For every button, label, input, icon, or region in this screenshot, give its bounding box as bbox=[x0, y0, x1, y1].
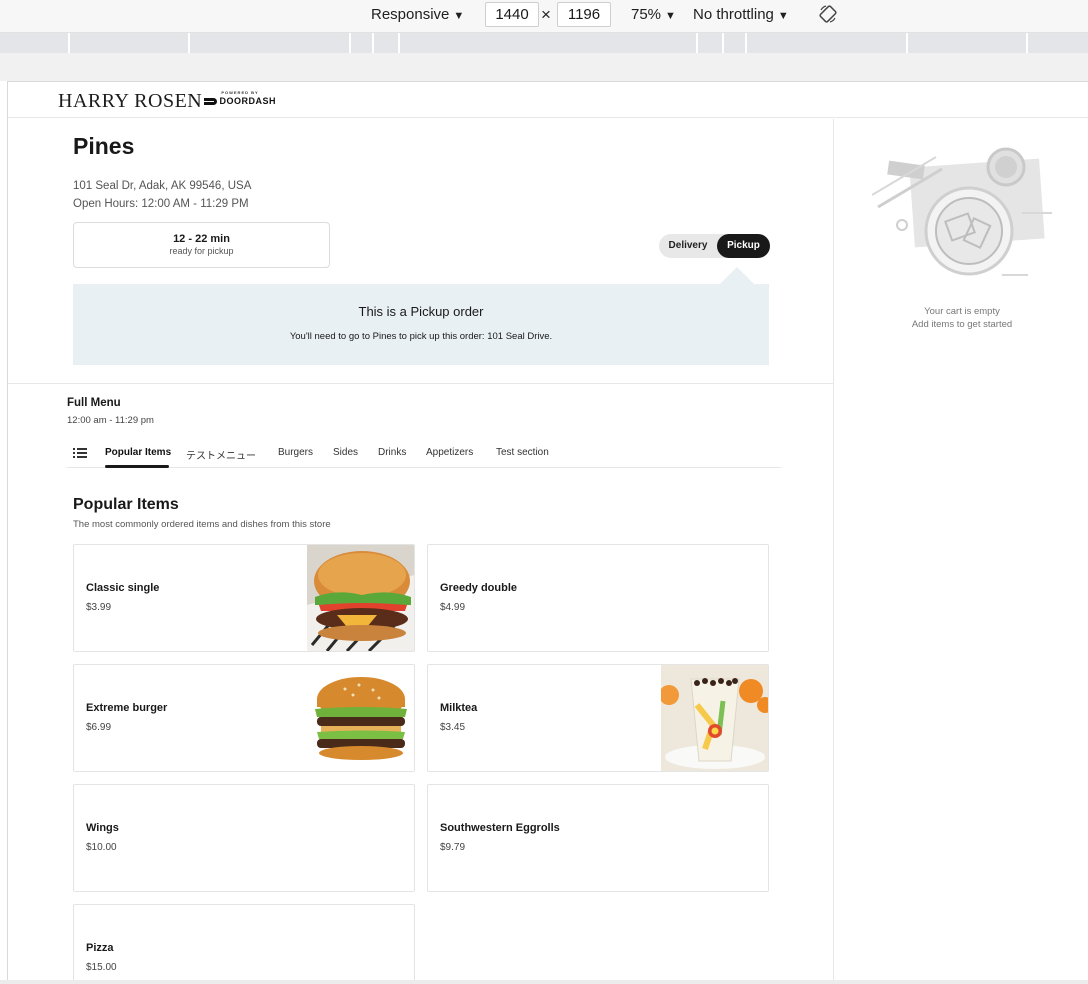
tab-test-section[interactable]: Test section bbox=[496, 447, 549, 458]
item-price: $10.00 bbox=[86, 842, 117, 853]
tab-popular-items[interactable]: Popular Items bbox=[105, 447, 171, 458]
big-burger-photo bbox=[307, 665, 414, 771]
page-viewport: HARRY ROSEN POWERED BY DOORDASH Pines 10… bbox=[7, 81, 1088, 980]
item-name: Classic single bbox=[86, 582, 160, 594]
device-select[interactable]: Responsive ▼ bbox=[371, 6, 464, 23]
pickup-panel-title: This is a Pickup order bbox=[358, 304, 484, 319]
chevron-down-icon: ▼ bbox=[777, 10, 789, 22]
site-header: HARRY ROSEN POWERED BY DOORDASH bbox=[8, 82, 1088, 118]
eta-box: 12 - 22 min ready for pickup bbox=[73, 222, 330, 268]
height-input[interactable]: 1196 bbox=[557, 2, 611, 27]
zoom-select[interactable]: 75% ▼ bbox=[631, 6, 676, 23]
menu-item-card[interactable]: Wings $10.00 bbox=[73, 784, 415, 892]
menu-item-card[interactable]: Extreme burger $6.99 bbox=[73, 664, 415, 772]
active-tab-indicator bbox=[105, 465, 169, 468]
burger-photo bbox=[307, 545, 414, 651]
item-price: $3.99 bbox=[86, 602, 112, 613]
section-subtitle: The most commonly ordered items and dish… bbox=[73, 519, 331, 530]
chevron-down-icon: ▼ bbox=[453, 10, 465, 22]
dimension-separator: × bbox=[541, 5, 551, 24]
item-price: $3.45 bbox=[440, 722, 466, 733]
item-price: $15.00 bbox=[86, 962, 117, 973]
eta-subtitle: ready for pickup bbox=[169, 246, 234, 256]
category-list-icon[interactable] bbox=[73, 448, 87, 458]
item-name: Greedy double bbox=[440, 582, 518, 594]
pickup-panel-text: You'll need to go to Pines to pick up th… bbox=[289, 331, 553, 342]
doordash-label: DOORDASH bbox=[219, 96, 276, 106]
viewport-margin bbox=[0, 53, 1088, 81]
tab-drinks[interactable]: Drinks bbox=[378, 447, 406, 458]
store-hours: Open Hours: 12:00 AM - 11:29 PM bbox=[73, 198, 249, 210]
tab-burgers[interactable]: Burgers bbox=[278, 447, 313, 458]
menu-item-card[interactable]: Pizza $15.00 bbox=[73, 904, 415, 980]
throttling-label: No throttling bbox=[693, 6, 774, 23]
pickup-info-panel: This is a Pickup order You'll need to go… bbox=[73, 284, 769, 365]
tab-sides[interactable]: Sides bbox=[333, 447, 358, 458]
menu-category-tabs: Popular Items テストメニュー Burgers Sides Drin… bbox=[67, 441, 781, 468]
section-divider bbox=[8, 383, 834, 384]
throttling-select[interactable]: No throttling ▼ bbox=[693, 6, 789, 23]
doordash-badge: POWERED BY DOORDASH bbox=[204, 90, 276, 110]
item-name: Wings bbox=[86, 822, 119, 834]
store-main: Pines 101 Seal Dr, Adak, AK 99546, USA O… bbox=[8, 119, 834, 980]
store-info: 101 Seal Dr, Adak, AK 99546, USA Open Ho… bbox=[73, 177, 251, 213]
store-address: 101 Seal Dr, Adak, AK 99546, USA bbox=[73, 180, 252, 192]
section-title: Popular Items bbox=[73, 496, 179, 513]
menu-item-card[interactable]: Milktea $3.45 bbox=[427, 664, 769, 772]
pickup-option[interactable]: Pickup bbox=[717, 234, 770, 258]
width-input[interactable]: 1440 bbox=[485, 2, 539, 27]
item-name: Pizza bbox=[86, 942, 114, 954]
item-price: $6.99 bbox=[86, 722, 112, 733]
fulfillment-toggle: Delivery Pickup bbox=[659, 234, 770, 258]
item-name: Southwestern Eggrolls bbox=[440, 822, 560, 834]
doordash-icon bbox=[204, 97, 218, 105]
device-label: Responsive bbox=[371, 6, 450, 23]
cart-empty-title: Your cart is empty bbox=[924, 306, 1000, 317]
menu-title: Full Menu bbox=[67, 397, 121, 409]
item-name: Milktea bbox=[440, 702, 478, 714]
chevron-down-icon: ▼ bbox=[665, 10, 676, 22]
menu-item-card[interactable]: Greedy double $4.99 bbox=[427, 544, 769, 652]
viewport-bottom-margin bbox=[0, 980, 1088, 984]
menu-item-card[interactable]: Classic single $3.99 bbox=[73, 544, 415, 652]
item-name: Extreme burger bbox=[86, 702, 168, 714]
item-price: $4.99 bbox=[440, 602, 466, 613]
tab-test-menu[interactable]: テストメニュー bbox=[186, 447, 256, 462]
eta-time: 12 - 22 min bbox=[173, 233, 230, 245]
brand-logo[interactable]: HARRY ROSEN bbox=[58, 90, 202, 113]
delivery-option[interactable]: Delivery bbox=[659, 234, 717, 258]
devtools-toolbar: Responsive ▼ 1440 × 1196 75% ▼ No throttli… bbox=[0, 0, 1088, 33]
milktea-photo bbox=[661, 665, 768, 771]
store-name: Pines bbox=[73, 133, 135, 159]
cart-panel: Your cart is empty Add items to get star… bbox=[835, 119, 1088, 980]
menu-hours: 12:00 am - 11:29 pm bbox=[67, 415, 154, 426]
rotate-icon[interactable] bbox=[818, 4, 838, 28]
empty-cart-illustration bbox=[871, 147, 1052, 287]
powered-by-label: POWERED BY bbox=[221, 90, 259, 95]
media-query-ruler[interactable] bbox=[0, 33, 1088, 53]
zoom-label: 75% bbox=[631, 6, 662, 23]
menu-item-card[interactable]: Southwestern Eggrolls $9.79 bbox=[427, 784, 769, 892]
cart-empty-subtitle: Add items to get started bbox=[911, 319, 1013, 330]
pickup-panel-pointer bbox=[720, 267, 754, 284]
tab-appetizers[interactable]: Appetizers bbox=[426, 447, 473, 458]
item-price: $9.79 bbox=[440, 842, 466, 853]
